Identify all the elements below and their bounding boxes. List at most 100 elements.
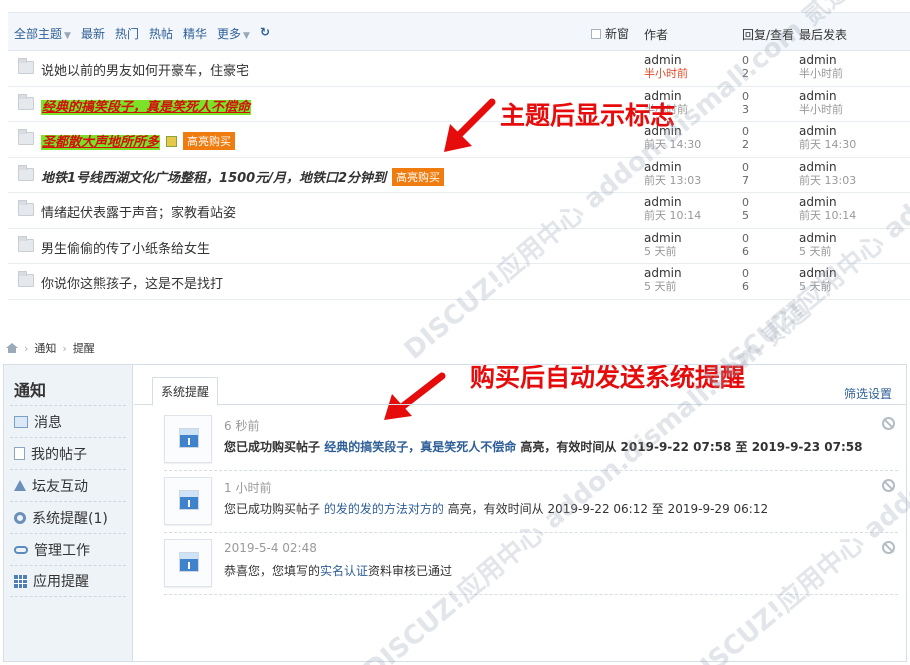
last-post-time[interactable]: 5 天前 <box>799 280 837 293</box>
home-icon[interactable] <box>6 343 18 353</box>
thread-last-post-cell: admin 前天 14:30 <box>799 125 856 152</box>
filter-latest[interactable]: 最新 <box>81 25 105 42</box>
thread-title-link[interactable]: 男生偷偷的传了小纸条给女生 <box>41 242 210 257</box>
reply-count: 0 <box>742 196 749 209</box>
thread-title-wrap: 圣都散大声地所所多 高亮购买 <box>41 131 236 150</box>
last-post-user[interactable]: admin <box>799 267 837 280</box>
last-post-time[interactable]: 前天 10:14 <box>799 209 856 222</box>
thread-title-link[interactable]: 地铁1号线西湖文化广场整租，1500元/月，地铁口2分钟到 <box>41 171 386 186</box>
author-name[interactable]: admin <box>644 160 701 174</box>
sidebar-item-label: 应用提醒 <box>33 574 89 590</box>
post-time: 半小时前 <box>644 67 688 80</box>
sidebar-item-my-posts[interactable]: 我的帖子 <box>10 437 126 469</box>
new-window-toggle[interactable]: 新窗 <box>591 25 629 42</box>
thread-title-link[interactable]: 圣都散大声地所所多 <box>41 135 161 150</box>
filter-all[interactable]: 全部主题 ▼ <box>14 25 71 42</box>
last-post-user[interactable]: admin <box>799 125 856 138</box>
notice-time: 6 秒前 <box>224 419 260 433</box>
sidebar-item-label: 系统提醒(1) <box>32 510 108 527</box>
last-post-user[interactable]: admin <box>799 196 856 209</box>
notification-panel: 通知 消息 我的帖子 坛友互动 系统提醒(1) 管理工作 应用提醒 系统提醒 筛… <box>3 364 907 662</box>
thread-row: 地铁1号线西湖文化广场整租，1500元/月，地铁口2分钟到 高亮购买 admin 前天… <box>8 158 910 193</box>
filter-more[interactable]: 更多 ▼ <box>217 25 250 42</box>
last-post-time[interactable]: 半小时前 <box>799 67 843 80</box>
breadcrumb-notify[interactable]: 通知 <box>34 340 56 356</box>
filter-hot[interactable]: 热门 <box>115 25 139 42</box>
sidebar-item-system-reminders[interactable]: 系统提醒(1) <box>10 501 126 533</box>
mail-icon <box>14 415 28 428</box>
view-count: 2 <box>742 138 749 151</box>
post-time: 5 天前 <box>644 244 677 258</box>
thread-rows: 说她以前的男友如何开豪车，住豪宅 admin 半小时前 0 2 admin 半小时前 经典的搞… <box>8 51 910 300</box>
filter-digest[interactable]: 精华 <box>183 25 207 42</box>
notice-text: 您已成功购买帖子 的发的发的方法对方的 高亮，有效时间从 2019-9-22 0… <box>224 502 769 516</box>
thread-author-cell: admin 前天 13:03 <box>644 160 701 187</box>
view-count: 7 <box>742 173 749 187</box>
caret-down-icon: ▼ <box>64 31 71 41</box>
thread-title-link[interactable]: 说她以前的男友如何开豪车，住豪宅 <box>41 64 249 79</box>
thread-title-wrap: 经典的搞笑段子，真是笑死人不偿命 <box>41 96 252 115</box>
thread-title-wrap: 说她以前的男友如何开豪车，住豪宅 <box>41 60 249 79</box>
sidebar-item-management[interactable]: 管理工作 <box>10 533 126 565</box>
notice-thread-link[interactable]: 的发的发的方法对方的 <box>324 502 444 516</box>
author-name[interactable]: admin <box>644 196 701 209</box>
author-name[interactable]: admin <box>644 231 682 245</box>
post-time: 前天 14:30 <box>644 138 702 151</box>
last-post-time[interactable]: 前天 13:03 <box>799 174 856 187</box>
filter-settings-link[interactable]: 筛选设置 <box>844 385 892 402</box>
notice-time: 2019-5-4 02:48 <box>224 541 317 555</box>
thread-title-link[interactable]: 你说你这熊孩子，这是不是找打 <box>41 277 223 292</box>
last-post-user[interactable]: admin <box>799 89 843 103</box>
tab-bar: 系统提醒 筛选设置 <box>134 377 906 406</box>
sidebar-item-interactions[interactable]: 坛友互动 <box>10 469 126 501</box>
column-replies-views: 回复/查看 <box>742 28 795 42</box>
last-post-user[interactable]: admin <box>799 54 843 67</box>
last-post-user[interactable]: admin <box>799 231 837 245</box>
sidebar-title: 通知 <box>14 381 47 400</box>
folder-icon <box>18 58 34 74</box>
thread-stats-cell: 03 <box>742 90 749 116</box>
thread-last-post-cell: admin 半小时前 <box>799 89 843 116</box>
sidebar-item-label: 我的帖子 <box>31 446 87 463</box>
thread-title-wrap: 男生偷偷的传了小纸条给女生 <box>41 238 210 257</box>
thread-row: 情绪起伏表露于声音；家教看站姿 admin 前天 10:14 0 5 admin 前天 10… <box>8 193 910 229</box>
notice-item: 6 秒前 您已成功购买帖子 经典的搞笑段子，真是笑死人不偿命 高亮，有效时间从 … <box>164 409 898 471</box>
notice-text: 您已成功购买帖子 经典的搞笑段子，真是笑死人不偿命 高亮，有效时间从 2019-… <box>224 440 863 454</box>
breadcrumb-reminder[interactable]: 提醒 <box>73 340 95 356</box>
caret-down-icon: ▼ <box>243 31 250 41</box>
highlight-purchase-badge[interactable]: 高亮购买 <box>183 132 236 150</box>
refresh-icon[interactable]: ↻ <box>260 25 270 42</box>
last-post-time[interactable]: 5 天前 <box>799 245 837 258</box>
thread-author-cell: admin 前天 10:14 <box>644 196 701 223</box>
last-post-user[interactable]: admin <box>799 160 856 174</box>
tab-system-reminders[interactable]: 系统提醒 <box>152 377 219 406</box>
system-notice-icon <box>179 552 199 572</box>
view-count: 2 <box>742 67 749 80</box>
highlight-purchase-badge[interactable]: 高亮购买 <box>392 167 445 186</box>
gift-icon <box>166 136 178 147</box>
annotation-arrow-top <box>444 98 496 152</box>
chevron-right-icon: › <box>24 341 29 355</box>
filter-hot-posts[interactable]: 热帖 <box>149 25 173 42</box>
thread-title-link[interactable]: 经典的搞笑段子，真是笑死人不偿命 <box>41 99 252 115</box>
notice-verify-link[interactable]: 实名认证 <box>320 564 368 578</box>
author-name[interactable]: admin <box>644 267 682 280</box>
notification-sidebar: 通知 消息 我的帖子 坛友互动 系统提醒(1) 管理工作 应用提醒 <box>4 365 133 661</box>
notice-thread-link[interactable]: 经典的搞笑段子，真是笑死人不偿命 <box>324 440 516 454</box>
last-post-time[interactable]: 前天 14:30 <box>799 138 856 151</box>
reply-count: 0 <box>742 54 749 67</box>
thread-title-link[interactable]: 情绪起伏表露于声音；家教看站姿 <box>41 206 236 221</box>
reply-count: 0 <box>742 231 749 245</box>
last-post-time[interactable]: 半小时前 <box>799 103 843 116</box>
system-notice-icon <box>179 428 199 448</box>
triangle-icon <box>14 480 26 491</box>
sidebar-item-app-reminders[interactable]: 应用提醒 <box>10 565 126 597</box>
thread-author-cell: admin 半小时前 <box>644 54 688 81</box>
delete-notice-icon[interactable] <box>882 479 895 492</box>
delete-notice-icon[interactable] <box>882 541 895 554</box>
sidebar-item-label: 消息 <box>34 414 62 431</box>
delete-notice-icon[interactable] <box>882 417 895 430</box>
author-name[interactable]: admin <box>644 54 688 67</box>
sidebar-item-messages[interactable]: 消息 <box>10 405 126 437</box>
new-window-checkbox[interactable] <box>591 28 601 39</box>
